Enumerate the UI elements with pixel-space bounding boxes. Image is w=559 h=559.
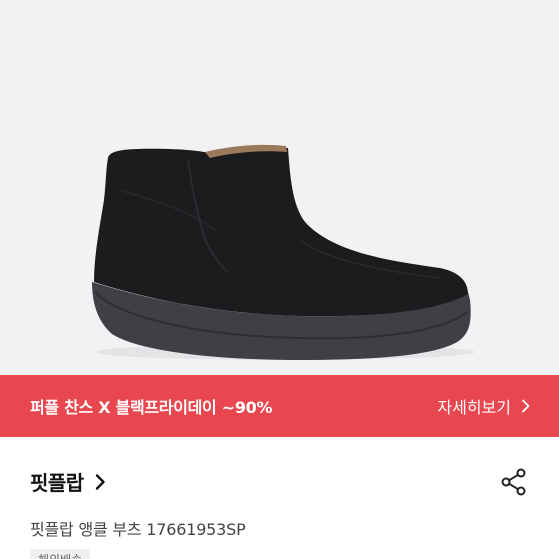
promo-more-label: 자세히보기	[437, 398, 511, 417]
ankle-boot-image	[92, 144, 475, 360]
product-name: 핏플랍 앵클 부츠 17661953SP	[30, 520, 246, 539]
promo-more-link[interactable]: 자세히보기	[437, 394, 533, 418]
product-image[interactable]	[0, 0, 559, 375]
product-info: 핏플랍 핏플랍 앵클 부츠 17661953SP 해외배송	[0, 437, 559, 559]
brand-name: 핏플랍	[30, 471, 84, 495]
chevron-right-icon	[95, 473, 105, 490]
promo-title: 퍼플 찬스 X 블랙프라이데이 ~90%	[30, 398, 273, 417]
chevron-right-icon	[522, 399, 530, 413]
promo-banner[interactable]: 퍼플 찬스 X 블랙프라이데이 ~90% 자세히보기	[0, 375, 559, 437]
share-icon[interactable]	[499, 467, 529, 497]
overseas-shipping-badge: 해외배송	[30, 549, 91, 559]
brand-link[interactable]: 핏플랍	[30, 467, 108, 496]
